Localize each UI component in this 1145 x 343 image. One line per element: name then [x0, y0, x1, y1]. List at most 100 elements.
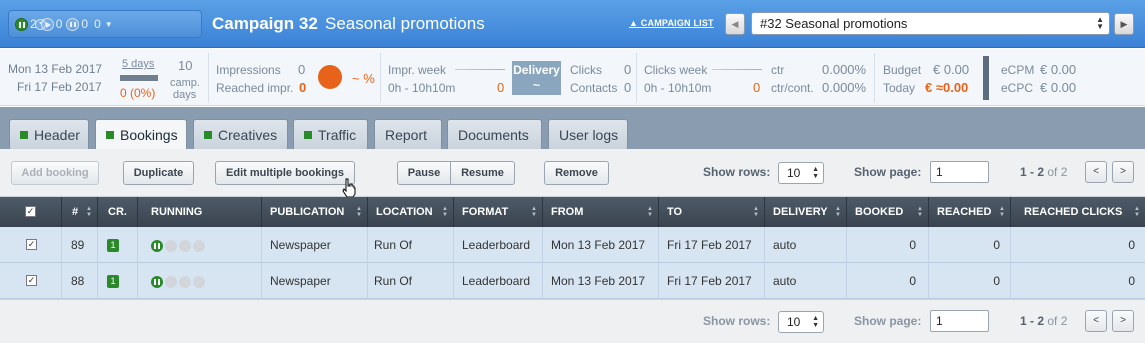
campaign-select[interactable]: #32 Seasonal promotions ▲ ▼: [751, 12, 1110, 35]
row-to: Fri 17 Feb 2017: [659, 263, 765, 299]
contacts-label: Contacts: [570, 81, 618, 95]
column-header-location[interactable]: LOCATION ▲ ▼: [368, 197, 454, 227]
row-running-controls: [138, 227, 262, 263]
running-icon[interactable]: [151, 239, 163, 252]
sort-icon: ▲ ▼: [1134, 206, 1140, 218]
column-header-num[interactable]: # ▲ ▼: [62, 197, 98, 227]
ctr-label: ctr: [771, 63, 785, 77]
camp-days-value: 10: [178, 58, 193, 73]
table-row[interactable]: ✓ 89 1 Newspaper Run Of Leaderboard Mon …: [0, 227, 1145, 263]
clicks-week-sparkline: [712, 69, 762, 70]
show-page-label: Show page:: [854, 165, 922, 179]
page-range: 1 - 2: [1020, 165, 1045, 179]
tab-label: Header: [34, 127, 80, 143]
row-cr: 1: [98, 263, 138, 299]
sort-icon: ▲ ▼: [647, 206, 653, 218]
ecpm-value: € 0.00: [1040, 62, 1077, 77]
reached-label: Reached impr.: [216, 81, 294, 95]
tab-documents[interactable]: Documents: [447, 119, 542, 149]
sort-icon: ▲ ▼: [86, 206, 92, 218]
row-delivery: auto: [765, 227, 847, 263]
next-campaign-button[interactable]: ▶: [1114, 13, 1134, 35]
date-to: Fri 17 Feb 2017: [17, 80, 102, 94]
add-booking-button[interactable]: Add booking: [11, 161, 99, 185]
paused-count: 0: [81, 17, 89, 31]
check-icon[interactable]: [193, 275, 205, 288]
impr-week-value: 0: [497, 80, 505, 95]
prev-page-button[interactable]: <: [1085, 310, 1107, 332]
next-page-button[interactable]: >: [1112, 310, 1134, 332]
clicks-week-range: 0h - 10h10m: [644, 81, 712, 95]
show-rows-select[interactable]: 10 ▲ ▼: [778, 311, 824, 333]
play-icon[interactable]: [165, 239, 177, 252]
column-header-publication[interactable]: PUBLICATION ▲ ▼: [262, 197, 368, 227]
page-total: of 2: [1047, 165, 1068, 179]
duplicate-button[interactable]: Duplicate: [123, 161, 194, 185]
status-square-icon: [106, 131, 114, 139]
show-page-label: Show page:: [854, 314, 922, 328]
pause-button[interactable]: Pause: [397, 161, 451, 185]
row-publication: Newspaper: [262, 263, 368, 299]
sort-icon: ▲ ▼: [753, 206, 759, 218]
camp-days-label: camp.: [170, 77, 200, 89]
column-header-delivery[interactable]: DELIVERY ▲ ▼: [765, 197, 847, 227]
show-rows-label: Show rows:: [703, 314, 771, 328]
table-row[interactable]: ✓ 88 1 Newspaper Run Of Leaderboard Mon …: [0, 263, 1145, 299]
tab-report[interactable]: Report: [374, 119, 442, 149]
column-header-booked[interactable]: BOOKED ▲ ▼: [847, 197, 929, 227]
campaign-list-link[interactable]: ▲ CAMPAIGN LIST: [629, 18, 714, 28]
column-header-from[interactable]: FROM ▲ ▼: [543, 197, 659, 227]
resume-button[interactable]: Resume: [450, 161, 515, 185]
impressions-label: Impressions: [216, 63, 281, 77]
status-filter[interactable]: 2 0 0 0 ▼: [8, 10, 202, 38]
select-all-checkbox[interactable]: ✓: [25, 206, 36, 217]
row-select-cell: ✓: [0, 263, 62, 299]
tab-label: Documents: [458, 127, 529, 143]
prev-page-button[interactable]: <: [1085, 161, 1107, 183]
ecpm-label: eCPM: [1001, 63, 1035, 77]
sort-icon: ▲ ▼: [356, 206, 362, 218]
column-header-reached-clicks[interactable]: REACHED CLICKS ▲ ▼: [1011, 197, 1145, 227]
tab-bookings[interactable]: Bookings: [95, 119, 187, 150]
tab-header[interactable]: Header: [9, 119, 89, 149]
check-icon[interactable]: [193, 239, 205, 252]
tab-traffic[interactable]: Traffic: [293, 119, 368, 149]
column-header-running[interactable]: RUNNING: [138, 197, 262, 227]
show-page-input[interactable]: 1: [930, 161, 989, 183]
row-checkbox[interactable]: ✓: [26, 239, 37, 250]
edit-multiple-bookings-button[interactable]: Edit multiple bookings: [215, 161, 355, 185]
date-from: Mon 13 Feb 2017: [8, 62, 103, 76]
reached-value: 0: [299, 80, 307, 95]
pause-icon[interactable]: [179, 275, 191, 288]
divider: [636, 53, 637, 103]
play-icon[interactable]: [165, 275, 177, 288]
row-reached: 0: [929, 227, 1011, 263]
running-icon[interactable]: [151, 275, 163, 288]
tab-creatives[interactable]: Creatives: [193, 119, 288, 149]
select-arrows-icon: ▲ ▼: [812, 166, 819, 180]
row-delivery: auto: [765, 263, 847, 299]
column-header-reached[interactable]: REACHED ▲ ▼: [929, 197, 1011, 227]
column-header-cr[interactable]: CR.: [98, 197, 138, 227]
column-header-to[interactable]: TO ▲ ▼: [659, 197, 765, 227]
tab-bar: Header Bookings Creatives Traffic Report…: [0, 107, 1145, 150]
show-page-input[interactable]: 1: [930, 310, 989, 332]
prev-campaign-button[interactable]: ◀: [725, 13, 745, 35]
tab-label: User logs: [559, 127, 619, 143]
column-header-format[interactable]: FORMAT ▲ ▼: [454, 197, 543, 227]
tab-user-logs[interactable]: User logs: [548, 119, 628, 149]
remove-button[interactable]: Remove: [544, 161, 609, 185]
select-all-column[interactable]: ✓: [0, 197, 62, 227]
pause-icon[interactable]: [179, 239, 191, 252]
contacts-value: 0: [624, 80, 632, 95]
campaign-title: Campaign 32: [212, 14, 318, 33]
next-page-button[interactable]: >: [1112, 161, 1134, 183]
impr-week-label: Impr. week: [388, 63, 447, 77]
divider: [380, 53, 381, 103]
days-label: 5 days: [122, 58, 155, 70]
show-rows-select[interactable]: 10 ▲ ▼: [778, 162, 824, 184]
ctr-cont-label: ctr/cont.: [771, 81, 814, 95]
row-checkbox[interactable]: ✓: [26, 275, 37, 286]
impr-week-sparkline: [455, 69, 505, 70]
today-label: Today: [883, 81, 916, 95]
